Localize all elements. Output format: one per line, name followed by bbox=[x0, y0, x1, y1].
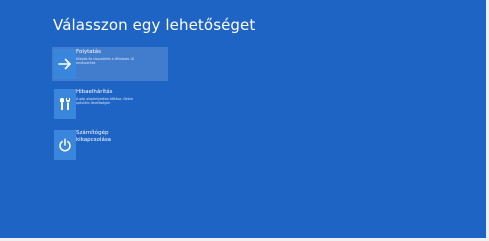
turn-off-label: Számítógép kikapcsolása bbox=[76, 130, 112, 143]
troubleshoot-description: A gép alaphelyzetbe állítása, illetve sp… bbox=[76, 96, 133, 105]
power-icon bbox=[59, 138, 71, 152]
continue-description: Kilépés és visszatérés a Windows 10 rend… bbox=[76, 56, 135, 65]
turn-off-tile[interactable] bbox=[54, 130, 76, 160]
turn-off-text: Számítógép kikapcsolása bbox=[76, 130, 166, 144]
continue-option[interactable]: Folytatás Kilépés és visszatérés a Windo… bbox=[52, 47, 168, 81]
troubleshoot-text: Hibaelhárítás A gép alaphelyzetbe állítá… bbox=[76, 89, 166, 105]
recovery-screen: Válasszon egy lehetőséget Folytatás Kilé… bbox=[0, 0, 489, 241]
arrow-right-icon bbox=[58, 58, 71, 70]
troubleshoot-label: Hibaelhárítás bbox=[76, 89, 113, 95]
continue-tile[interactable] bbox=[54, 49, 76, 79]
continue-label: Folytatás bbox=[76, 49, 102, 55]
turn-off-option[interactable]: Számítógép kikapcsolása bbox=[52, 128, 168, 162]
troubleshoot-tile[interactable] bbox=[54, 89, 76, 119]
page-title: Válasszon egy lehetőséget bbox=[53, 16, 256, 34]
continue-text: Folytatás Kilépés és visszatérés a Windo… bbox=[76, 49, 166, 65]
tools-icon bbox=[60, 98, 70, 110]
troubleshoot-option[interactable]: Hibaelhárítás A gép alaphelyzetbe állítá… bbox=[52, 87, 168, 121]
